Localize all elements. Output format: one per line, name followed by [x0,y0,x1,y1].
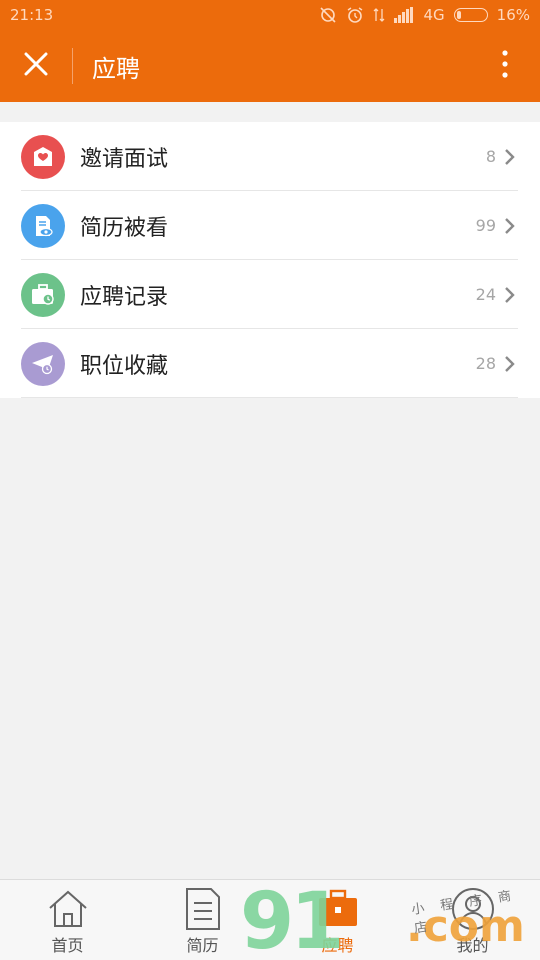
battery-icon [453,8,488,22]
network-type: 4G [423,6,445,24]
resume-eye-icon [21,203,65,248]
close-icon [24,52,48,80]
nav-item-mine[interactable]: 我的 [405,880,540,960]
bottom-nav: 首页 简历 应聘 我的 [0,879,540,960]
user-icon [451,887,495,931]
list-item-count: 28 [475,354,496,373]
list-item-job-favorites[interactable]: 职位收藏 28 [0,329,540,398]
nav-label: 我的 [456,936,489,955]
nav-label: 应聘 [321,936,354,955]
page-title: 应聘 [92,54,140,83]
nav-label: 首页 [51,936,84,955]
chevron-right-icon [504,354,518,374]
list-item-resume-viewed[interactable]: 简历被看 99 [0,191,540,260]
paper-plane-clock-icon [21,341,65,386]
list-item-label: 邀请面试 [80,146,169,172]
battery-percent: 16% [496,6,530,24]
application-menu-list: 邀请面试 8 简历被看 99 应聘记录 24 职位收藏 28 [0,122,540,398]
chevron-right-icon [504,216,518,236]
signal-icon [394,7,414,23]
list-item-count: 8 [485,147,496,166]
home-icon [47,887,89,931]
app-bar: 应聘 [0,30,540,102]
nav-item-home[interactable]: 首页 [0,880,135,960]
more-button[interactable] [470,30,540,102]
document-icon [184,887,222,931]
alarm-icon [346,6,364,24]
more-vertical-icon [502,50,508,82]
status-time: 21:13 [10,6,54,24]
list-item-interview-invitations[interactable]: 邀请面试 8 [0,122,540,191]
close-button[interactable] [0,30,72,102]
list-item-count: 24 [475,285,496,304]
briefcase-clock-icon [21,272,65,317]
list-item-label: 职位收藏 [80,353,169,379]
list-item-label: 应聘记录 [80,284,169,310]
nav-item-resume[interactable]: 简历 [135,880,270,960]
sync-off-icon [319,6,337,24]
chevron-right-icon [504,285,518,305]
list-item-count: 99 [475,216,496,235]
nav-item-apply[interactable]: 应聘 [270,880,405,960]
list-item-application-records[interactable]: 应聘记录 24 [0,260,540,329]
data-arrows-icon [373,6,385,24]
envelope-heart-icon [21,134,65,179]
list-item-label: 简历被看 [80,215,169,241]
nav-label: 简历 [186,936,219,955]
chevron-right-icon [504,147,518,167]
status-bar: 21:13 4G 16% [0,0,540,30]
header-divider [72,48,73,84]
briefcase-icon [316,887,360,931]
